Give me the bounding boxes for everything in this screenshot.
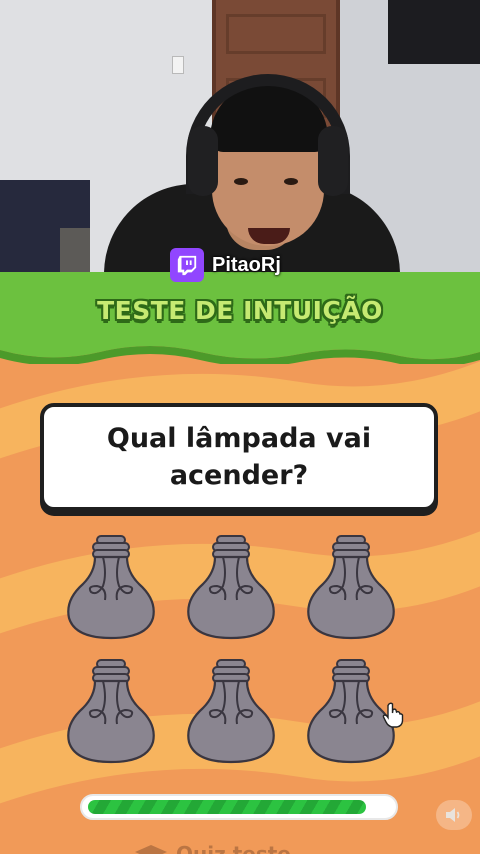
- quiz-title: TESTE DE INTUIÇÃO: [97, 296, 383, 325]
- streamer-tag: PitaoRj: [170, 248, 281, 282]
- lightbulb-icon: [187, 659, 275, 764]
- bulb-option-2[interactable]: [183, 534, 279, 646]
- progress-bar: [80, 794, 398, 820]
- bulb-option-5[interactable]: [183, 658, 279, 770]
- door-panel: [226, 14, 326, 54]
- channel-name: PitaoRj: [212, 253, 281, 276]
- graduation-cap-icon: [135, 845, 167, 854]
- headphone-earcup: [188, 126, 218, 196]
- lightbulb-icon: [187, 535, 275, 640]
- hand-cursor-icon: [382, 702, 404, 728]
- headphone-earcup: [318, 126, 348, 196]
- light-switch: [172, 56, 184, 74]
- tv: [388, 0, 480, 64]
- question-text: Qual lâmpada vai acender?: [106, 423, 372, 491]
- bed-frame: [60, 228, 90, 272]
- bulb-option-4[interactable]: [63, 658, 159, 770]
- speaker-icon: [446, 808, 460, 822]
- quiz-panel: TESTE DE INTUIÇÃO Qual lâmpada vai acend…: [0, 272, 480, 854]
- twitch-icon: [170, 248, 204, 282]
- lightbulb-icon: [307, 535, 395, 640]
- brand-text: Quiz teste: [176, 842, 291, 854]
- question-card: Qual lâmpada vai acender?: [40, 403, 438, 511]
- bulb-option-1[interactable]: [63, 534, 159, 646]
- brand-watermark: Quiz teste: [134, 842, 291, 854]
- progress-fill: [88, 800, 366, 814]
- lightbulb-icon: [67, 659, 155, 764]
- bulb-option-3[interactable]: [303, 534, 399, 646]
- sound-button[interactable]: [436, 800, 472, 830]
- webcam-feed: [0, 0, 480, 272]
- lightbulb-icon: [67, 535, 155, 640]
